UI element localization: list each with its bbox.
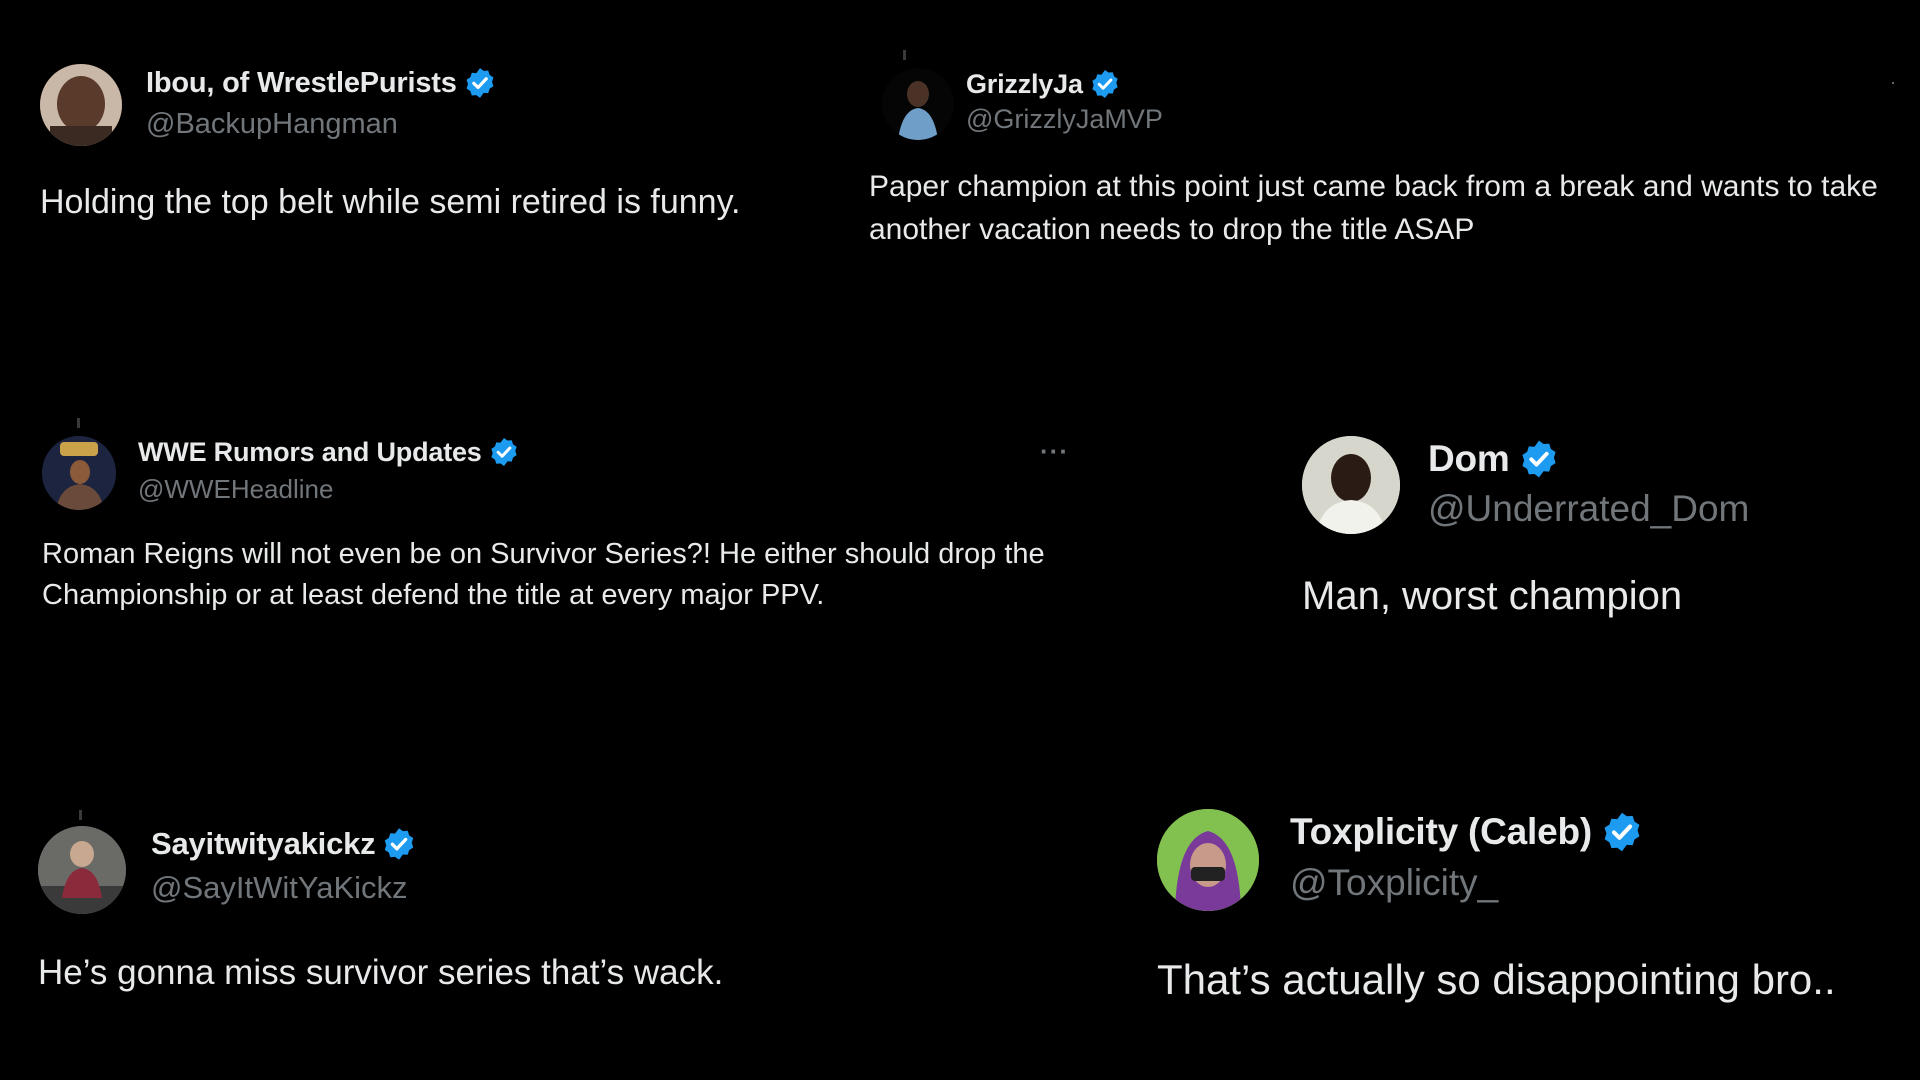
- handle[interactable]: @Underrated_Dom: [1428, 488, 1749, 530]
- tweet-text: Roman Reigns will not even be on Survivo…: [42, 538, 1045, 612]
- name-row: Sayitwityakickz: [151, 826, 417, 862]
- handle[interactable]: @BackupHangman: [146, 108, 398, 141]
- display-name[interactable]: WWE Rumors and Updates: [138, 437, 482, 468]
- avatar-photo-icon: [38, 826, 126, 914]
- handle[interactable]: @GrizzlyJaMVP: [966, 104, 1163, 135]
- handle[interactable]: @SayItWitYaKickz: [151, 870, 408, 906]
- verified-badge-icon: [1518, 438, 1560, 480]
- display-name[interactable]: Ibou, of WrestlePurists: [146, 67, 457, 100]
- avatar[interactable]: [1157, 809, 1259, 911]
- tweet-card: Sayitwityakickz @SayItWitYaKickz He’s go…: [0, 800, 1100, 1080]
- avatar[interactable]: [1302, 436, 1400, 534]
- tweet-card: Toxplicity (Caleb) @Toxplicity_ That’s a…: [1140, 800, 1920, 1080]
- verified-badge-icon: [381, 826, 417, 862]
- tweet-card: WWE Rumors and Updates @WWEHeadline ··· …: [0, 410, 1120, 670]
- avatar[interactable]: [42, 436, 116, 510]
- display-name[interactable]: Toxplicity (Caleb): [1290, 811, 1592, 853]
- avatar[interactable]: [38, 826, 126, 914]
- avatar-photo-icon: [882, 68, 954, 140]
- tweet-card: Dom @Underrated_Dom Man, worst champion: [1280, 410, 1920, 670]
- name-row: Dom: [1428, 438, 1560, 480]
- avatar-photo-icon: [1302, 436, 1400, 534]
- tweet-text: He’s gonna miss survivor series that’s w…: [38, 953, 724, 992]
- avatar-photo-icon: [1157, 809, 1259, 911]
- tweet-text: Holding the top belt while semi retired …: [40, 183, 741, 221]
- handle[interactable]: @Toxplicity_: [1290, 862, 1498, 904]
- name-row: Ibou, of WrestlePurists: [146, 66, 497, 100]
- tweet-text: Man, worst champion: [1302, 574, 1683, 618]
- display-name[interactable]: GrizzlyJa: [966, 69, 1083, 100]
- avatar-photo-icon: [42, 436, 116, 510]
- verified-badge-icon: [1089, 68, 1121, 100]
- more-options-icon[interactable]: ·: [1890, 72, 1897, 93]
- thread-line: [903, 50, 906, 60]
- tweet-card: Ibou, of WrestlePurists @BackupHangman H…: [0, 0, 860, 300]
- avatar[interactable]: [882, 68, 954, 140]
- tweet-card: GrizzlyJa @GrizzlyJaMVP · Paper champion…: [860, 0, 1920, 300]
- verified-badge-icon: [488, 436, 520, 468]
- tweet-text: Paper champion at this point just came b…: [869, 170, 1878, 246]
- display-name[interactable]: Sayitwityakickz: [151, 826, 376, 862]
- avatar[interactable]: [40, 64, 122, 146]
- thread-line: [77, 418, 80, 428]
- more-options-icon[interactable]: ···: [1040, 436, 1069, 467]
- name-row: Toxplicity (Caleb): [1290, 810, 1644, 854]
- verified-badge-icon: [463, 66, 497, 100]
- name-row: WWE Rumors and Updates: [138, 436, 520, 468]
- handle[interactable]: @WWEHeadline: [138, 474, 333, 505]
- avatar-photo-icon: [40, 64, 122, 146]
- thread-line: [79, 810, 82, 820]
- tweet-text: That’s actually so disappointing bro..: [1157, 956, 1836, 1003]
- display-name[interactable]: Dom: [1428, 438, 1510, 480]
- name-row: GrizzlyJa: [966, 68, 1121, 100]
- verified-badge-icon: [1600, 810, 1644, 854]
